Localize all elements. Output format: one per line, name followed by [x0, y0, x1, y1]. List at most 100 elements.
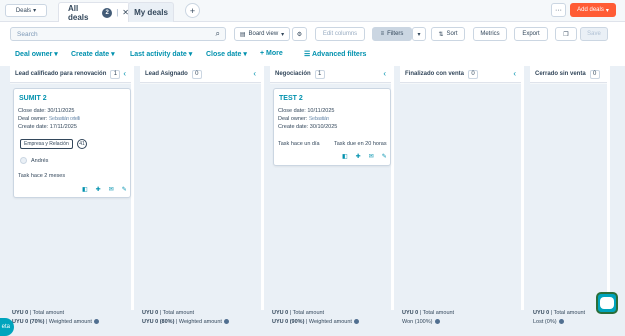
collapse-column-icon[interactable]: ‹ — [123, 69, 126, 78]
filters-button[interactable]: ≡ Filters — [372, 27, 412, 41]
add-deals-button[interactable]: Add deals ▾ — [570, 3, 616, 17]
deal-owner-value: Sebastián ortelli — [48, 116, 80, 122]
deal-task-status: Task hace un día — [278, 141, 320, 147]
column-footer: UYU 0 | Total amount Won (100%) — [402, 310, 455, 325]
filter-last-activity-date[interactable]: Last activity date ▾ — [130, 50, 192, 58]
email-icon[interactable]: ✉ — [369, 153, 374, 160]
email-icon[interactable]: ✉ — [109, 186, 114, 193]
chat-assistant-button[interactable] — [596, 292, 618, 314]
filter-deal-owner[interactable]: Deal owner ▾ — [15, 50, 58, 58]
object-selector-dropdown[interactable]: Deals ▾ — [5, 4, 47, 17]
deal-name-link[interactable]: TEST 2 — [279, 95, 303, 102]
board-view-icon: ▤ — [239, 31, 246, 38]
deal-task-status: Task hace 2 meses — [18, 173, 66, 179]
column-header: Lead Asignado 0 ‹ — [140, 66, 261, 83]
robot-icon — [600, 297, 614, 309]
collapse-column-icon[interactable]: ‹ — [253, 69, 256, 78]
column-count: 0 — [191, 69, 202, 79]
sort-button[interactable]: ⇅ Sort — [431, 27, 465, 41]
association-count[interactable]: 41 — [77, 139, 87, 149]
column-title: Negociación — [275, 71, 311, 77]
chevron-down-icon: ▾ — [33, 8, 37, 14]
deal-name-link[interactable]: SUMIT 2 — [19, 95, 47, 102]
filter-close-date[interactable]: Close date ▾ — [206, 50, 247, 58]
info-icon[interactable] — [559, 319, 565, 325]
edit-icon[interactable]: ✎ — [382, 153, 387, 160]
column-body — [530, 84, 607, 310]
footer-weighted-amount: Won (100%) — [402, 319, 433, 325]
save-button[interactable]: Save — [580, 27, 608, 41]
footer-weighted-amount: UYU 0 (70%) — [12, 319, 45, 325]
search-input[interactable]: Search ⌕ — [10, 27, 226, 41]
footer-weighted-label: Weighted amount — [178, 319, 222, 325]
add-icon[interactable]: ✚ — [356, 153, 361, 160]
search-placeholder: Search — [17, 30, 38, 38]
export-button[interactable]: Export — [514, 27, 548, 41]
column-header: Lead calificado para renovación 1 ‹ — [10, 66, 131, 83]
edit-icon[interactable]: ✎ — [122, 186, 127, 193]
copy-icon: ❐ — [563, 31, 569, 38]
info-icon[interactable] — [94, 319, 100, 325]
preview-icon[interactable]: ◧ — [342, 153, 348, 160]
footer-weighted-amount: UYU 0 (80%) — [142, 319, 175, 325]
deal-owner: Deal owner: Sebastián ortelli — [18, 116, 80, 122]
deal-card[interactable]: SUMIT 2 Close date: 30/11/2025 Deal owne… — [13, 88, 131, 198]
deal-card[interactable]: TEST 2 Close date: 10/11/2025 Deal owner… — [273, 88, 391, 166]
add-icon[interactable]: ✚ — [96, 186, 101, 193]
card-actions: ◧ ✚ ✉ ✎ — [342, 153, 387, 160]
metrics-button[interactable]: Metrics — [473, 27, 507, 41]
deal-create-date: Create date: 17/11/2025 — [18, 124, 77, 130]
object-selector-label: Deals — [15, 7, 32, 14]
deal-task-due: Task due en 20 horas — [334, 141, 387, 147]
info-icon[interactable] — [224, 319, 230, 325]
pipeline-column: Lead Asignado 0 ‹ — [140, 66, 264, 310]
info-icon[interactable] — [354, 319, 360, 325]
filter-lines-icon: ☰ — [304, 51, 311, 58]
collapse-column-icon[interactable]: ‹ — [513, 69, 516, 78]
column-header: Cerrado sin venta 0 — [530, 66, 607, 83]
add-view-button[interactable]: + — [185, 3, 200, 18]
add-deals-label: Add deals — [577, 7, 604, 13]
edit-columns-label: Edit columns — [322, 31, 358, 37]
associated-company-chip[interactable]: Empresa y Relación — [20, 139, 73, 149]
more-filters-button[interactable]: + More — [260, 50, 283, 57]
footer-total-amount: UYU 0 — [12, 310, 29, 316]
gear-icon: ⚙ — [296, 31, 303, 38]
column-title: Lead Asignado — [145, 71, 188, 77]
collapse-column-icon[interactable]: ‹ — [383, 69, 386, 78]
footer-weighted-amount: UYU 0 (90%) — [272, 319, 305, 325]
filter-close-date-label: Close date — [206, 51, 242, 58]
info-icon[interactable] — [435, 319, 440, 325]
board-view-dropdown[interactable]: ▤ Board view ▾ — [234, 27, 290, 41]
footer-weighted-label: Weighted amount — [308, 319, 352, 325]
preview-icon[interactable]: ◧ — [82, 186, 88, 193]
tab-all-deals[interactable]: All deals 2 | ✕ — [58, 2, 130, 22]
chevron-down-icon: ▾ — [605, 7, 609, 14]
column-header: Negociación 1 ‹ — [270, 66, 391, 83]
more-actions-button[interactable]: ··· — [551, 3, 566, 17]
filters-dropdown-button[interactable]: ▾ — [412, 27, 426, 41]
save-label: Save — [587, 31, 601, 37]
column-count: 0 — [468, 69, 479, 79]
tab-all-deals-label: All deals — [68, 3, 89, 22]
tab-my-deals[interactable]: My deals — [128, 2, 174, 22]
top-bar: Deals ▾ All deals 2 | ✕ My deals + ··· A… — [0, 0, 625, 22]
footer-total-label: Total amount — [553, 310, 586, 316]
edit-columns-button[interactable]: Edit columns — [315, 27, 365, 41]
column-body — [400, 84, 521, 310]
deal-close-date: Close date: 10/11/2025 — [278, 108, 335, 114]
deal-close-date: Close date: 30/11/2025 — [18, 108, 75, 114]
footer-weighted-amount: Lost (0%) — [533, 319, 557, 325]
footer-weighted-label: Weighted amount — [48, 319, 92, 325]
gear-icon-button[interactable]: ⚙ — [292, 27, 307, 41]
column-title: Finalizado con venta — [405, 71, 465, 77]
associated-contact[interactable]: Andrés — [31, 158, 48, 164]
deal-create-date: Create date: 30/10/2025 — [278, 124, 338, 130]
filter-create-date[interactable]: Create date ▾ — [71, 50, 115, 58]
duplicate-view-button[interactable]: ❐ — [555, 27, 577, 41]
advanced-filters-button[interactable]: ☰ Advanced filters — [304, 50, 366, 58]
column-count: 1 — [110, 69, 121, 79]
deal-owner-label: Deal owner: — [278, 116, 308, 122]
metrics-label: Metrics — [480, 31, 500, 37]
column-count: 1 — [314, 69, 325, 79]
